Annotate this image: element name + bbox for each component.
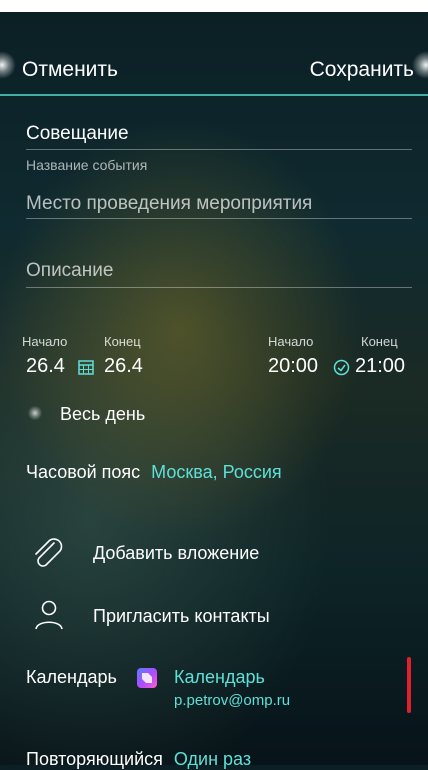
end-time-label: Конец <box>361 334 398 349</box>
description-input[interactable]: Описание <box>26 260 113 282</box>
save-glow-icon <box>412 51 428 79</box>
location-input[interactable]: Место проведения мероприятия <box>26 193 312 215</box>
header: Отменить Сохранить <box>0 12 428 94</box>
end-time-value[interactable]: 21:00 <box>355 355 405 378</box>
start-time-label: Начало <box>268 334 314 349</box>
timezone-value[interactable]: Москва, Россия <box>151 462 281 482</box>
start-date-value[interactable]: 26.4 <box>26 355 65 378</box>
person-icon <box>35 600 63 630</box>
status-bar <box>0 0 428 12</box>
start-time-value[interactable]: 20:00 <box>268 355 318 378</box>
start-date-label: Начало <box>22 334 68 349</box>
title-underline <box>26 149 412 150</box>
event-title-label: Название события <box>26 157 148 173</box>
calendar-grid-icon <box>78 360 94 375</box>
end-date-label: Конец <box>104 334 141 349</box>
all-day-label[interactable]: Весь день <box>60 404 145 425</box>
clock-icon <box>333 359 350 376</box>
paperclip-icon <box>35 538 63 567</box>
timezone-label: Часовой пояс <box>26 462 141 482</box>
location-underline <box>26 218 412 219</box>
cancel-glow-icon <box>0 51 16 79</box>
save-button[interactable]: Сохранить <box>310 58 414 82</box>
calendar-name[interactable]: Календарь <box>174 667 265 688</box>
add-attachment-button[interactable]: Добавить вложение <box>93 543 259 564</box>
header-divider <box>0 94 428 96</box>
timezone-row[interactable]: Часовой пояс Москва, Россия <box>26 462 282 483</box>
calendar-label: Календарь <box>26 667 117 687</box>
cancel-button[interactable]: Отменить <box>22 58 118 82</box>
end-date-value[interactable]: 26.4 <box>104 355 143 378</box>
calendar-app-icon <box>137 668 157 688</box>
repeat-value[interactable]: Один раз <box>174 749 251 769</box>
invite-contacts-button[interactable]: Пригласить контакты <box>93 606 270 627</box>
event-title-input[interactable]: Совещание <box>26 123 129 145</box>
repeat-label: Повторяющийся <box>26 749 163 769</box>
calendar-account[interactable]: p.petrov@omp.ru <box>174 692 290 709</box>
description-underline <box>26 287 412 288</box>
all-day-switch[interactable] <box>28 406 42 420</box>
repeat-row[interactable]: Повторяющийся Один раз <box>26 749 251 770</box>
calendar-color-indicator <box>407 657 411 713</box>
